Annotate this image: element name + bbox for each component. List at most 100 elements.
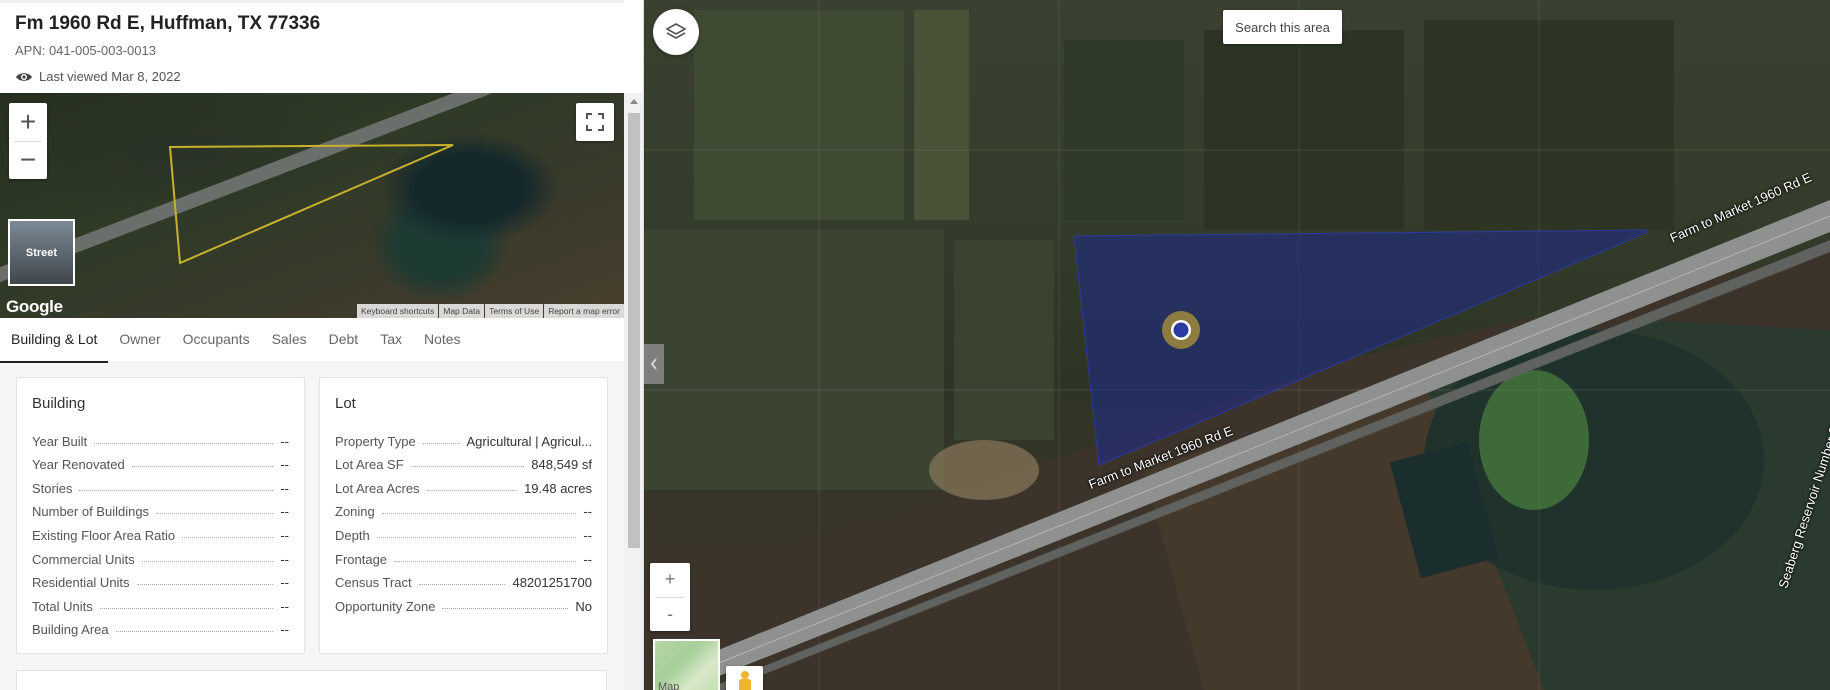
dot-leader bbox=[410, 466, 525, 468]
dot-leader bbox=[156, 513, 274, 515]
dot-leader bbox=[182, 536, 274, 538]
lot-row: Lot Area Acres 19.48 acres bbox=[335, 472, 592, 496]
property-details-panel: Fm 1960 Rd E, Huffman, TX 77336 APN: 041… bbox=[0, 0, 644, 690]
lot-row: Zoning -- bbox=[335, 496, 592, 520]
lot-row: Census Tract 48201251700 bbox=[335, 567, 592, 591]
dot-leader bbox=[442, 607, 569, 609]
search-this-area-button[interactable]: Search this area bbox=[1223, 10, 1342, 44]
panel-scrollbar[interactable] bbox=[624, 93, 643, 690]
collapse-panel-button[interactable] bbox=[644, 344, 664, 384]
dot-leader bbox=[99, 607, 274, 609]
lot-row: Frontage -- bbox=[335, 543, 592, 567]
row-value: -- bbox=[280, 575, 289, 591]
layers-button[interactable] bbox=[653, 9, 699, 55]
app-window: Fm 1960 Rd E, Huffman, TX 77336 APN: 041… bbox=[0, 0, 1830, 690]
row-value: -- bbox=[280, 551, 289, 567]
minimap-zoom-in-button[interactable]: + bbox=[9, 103, 47, 141]
pegman-icon bbox=[738, 671, 751, 690]
main-satellite-map[interactable]: Farm to Market 1960 Rd E Farm to Market … bbox=[644, 0, 1830, 690]
row-label: Year Built bbox=[32, 433, 88, 449]
map-type-thumbnail[interactable]: Map bbox=[653, 639, 720, 690]
minimap-zoom-out-button[interactable]: − bbox=[9, 141, 47, 179]
satellite-minimap[interactable]: + − Street Google Keyboard shortcuts Map… bbox=[0, 93, 624, 318]
row-value: -- bbox=[280, 480, 289, 496]
row-label: Year Renovated bbox=[32, 457, 125, 473]
tab-notes[interactable]: Notes bbox=[413, 318, 472, 363]
row-label: Number of Buildings bbox=[32, 504, 150, 520]
row-value: No bbox=[575, 598, 592, 614]
minimap-footer: Keyboard shortcuts Map Data Terms of Use… bbox=[357, 304, 624, 318]
map-type-label: Map bbox=[658, 681, 680, 690]
lot-row: Lot Area SF 848,549 sf bbox=[335, 449, 592, 473]
row-label: Residential Units bbox=[32, 575, 130, 591]
row-label: Depth bbox=[335, 527, 370, 543]
report-map-error-link[interactable]: Report a map error bbox=[544, 304, 624, 318]
building-row: Number of Buildings -- bbox=[32, 496, 289, 520]
dot-leader bbox=[131, 466, 274, 468]
pegman-button[interactable] bbox=[726, 666, 763, 690]
terms-of-use-link[interactable]: Terms of Use bbox=[485, 304, 544, 318]
row-value: 848,549 sf bbox=[531, 457, 592, 473]
dot-leader bbox=[94, 442, 274, 444]
lot-card: Lot Property Type Agricultural | Agricul.… bbox=[319, 377, 608, 654]
tab-content: Building Year Built -- Year Renovated -- S… bbox=[0, 363, 624, 690]
lot-rows: Property Type Agricultural | Agricul... L… bbox=[335, 425, 592, 614]
row-value: -- bbox=[583, 551, 592, 567]
next-card bbox=[16, 670, 607, 690]
row-value: -- bbox=[280, 622, 289, 638]
tab-tax[interactable]: Tax bbox=[369, 318, 413, 363]
scroll-up-icon[interactable] bbox=[630, 99, 638, 104]
tab-sales[interactable]: Sales bbox=[261, 318, 318, 363]
dot-leader bbox=[141, 560, 274, 562]
row-value: -- bbox=[583, 527, 592, 543]
scrollbar-thumb[interactable] bbox=[628, 113, 640, 548]
row-value: -- bbox=[583, 504, 592, 520]
row-label: Frontage bbox=[335, 551, 388, 567]
row-label: Property Type bbox=[335, 433, 416, 449]
detail-tabs: Building & Lot Owner Occupants Sales Deb… bbox=[0, 318, 624, 363]
row-label: Existing Floor Area Ratio bbox=[32, 527, 176, 543]
fullscreen-icon bbox=[586, 113, 604, 131]
row-value: Agricultural | Agricul... bbox=[466, 433, 592, 449]
dot-leader bbox=[394, 560, 577, 562]
dot-leader bbox=[115, 631, 274, 633]
row-label: Commercial Units bbox=[32, 551, 135, 567]
map-zoom-in-button[interactable]: + bbox=[665, 563, 676, 597]
row-label: Building Area bbox=[32, 622, 109, 638]
property-marker-icon[interactable] bbox=[1161, 310, 1201, 350]
keyboard-shortcuts-link[interactable]: Keyboard shortcuts bbox=[357, 304, 439, 318]
tab-building-lot[interactable]: Building & Lot bbox=[0, 318, 109, 363]
row-label: Census Tract bbox=[335, 575, 412, 591]
lot-row: Property Type Agricultural | Agricul... bbox=[335, 425, 592, 449]
dot-leader bbox=[79, 489, 274, 491]
map-zoom-control: + - bbox=[650, 563, 690, 631]
tab-owner[interactable]: Owner bbox=[108, 318, 171, 363]
row-value: -- bbox=[280, 433, 289, 449]
tab-debt[interactable]: Debt bbox=[318, 318, 370, 363]
apn-text: APN: 041-005-003-0013 bbox=[15, 43, 156, 58]
building-row: Commercial Units -- bbox=[32, 543, 289, 567]
map-zoom-out-button[interactable]: - bbox=[667, 597, 673, 631]
last-viewed-text: Last viewed Mar 8, 2022 bbox=[39, 69, 181, 84]
map-data-link[interactable]: Map Data bbox=[439, 304, 485, 318]
building-row: Year Renovated -- bbox=[32, 449, 289, 473]
row-label: Total Units bbox=[32, 598, 93, 614]
satellite-imagery bbox=[644, 0, 1830, 690]
street-view-thumbnail[interactable]: Street bbox=[8, 219, 75, 286]
minimap-zoom-control: + − bbox=[9, 103, 47, 179]
minimap-parcel-outline bbox=[168, 144, 454, 265]
building-row: Existing Floor Area Ratio -- bbox=[32, 519, 289, 543]
row-label: Opportunity Zone bbox=[335, 598, 436, 614]
dot-leader bbox=[426, 489, 518, 491]
dot-leader bbox=[422, 442, 460, 444]
row-value: -- bbox=[280, 598, 289, 614]
row-label: Stories bbox=[32, 480, 73, 496]
dot-leader bbox=[418, 584, 506, 586]
building-row: Total Units -- bbox=[32, 590, 289, 614]
building-row: Building Area -- bbox=[32, 614, 289, 638]
lot-row: Depth -- bbox=[335, 519, 592, 543]
fullscreen-button[interactable] bbox=[576, 103, 614, 141]
row-value: -- bbox=[280, 457, 289, 473]
tab-occupants[interactable]: Occupants bbox=[172, 318, 261, 363]
building-row: Year Built -- bbox=[32, 425, 289, 449]
